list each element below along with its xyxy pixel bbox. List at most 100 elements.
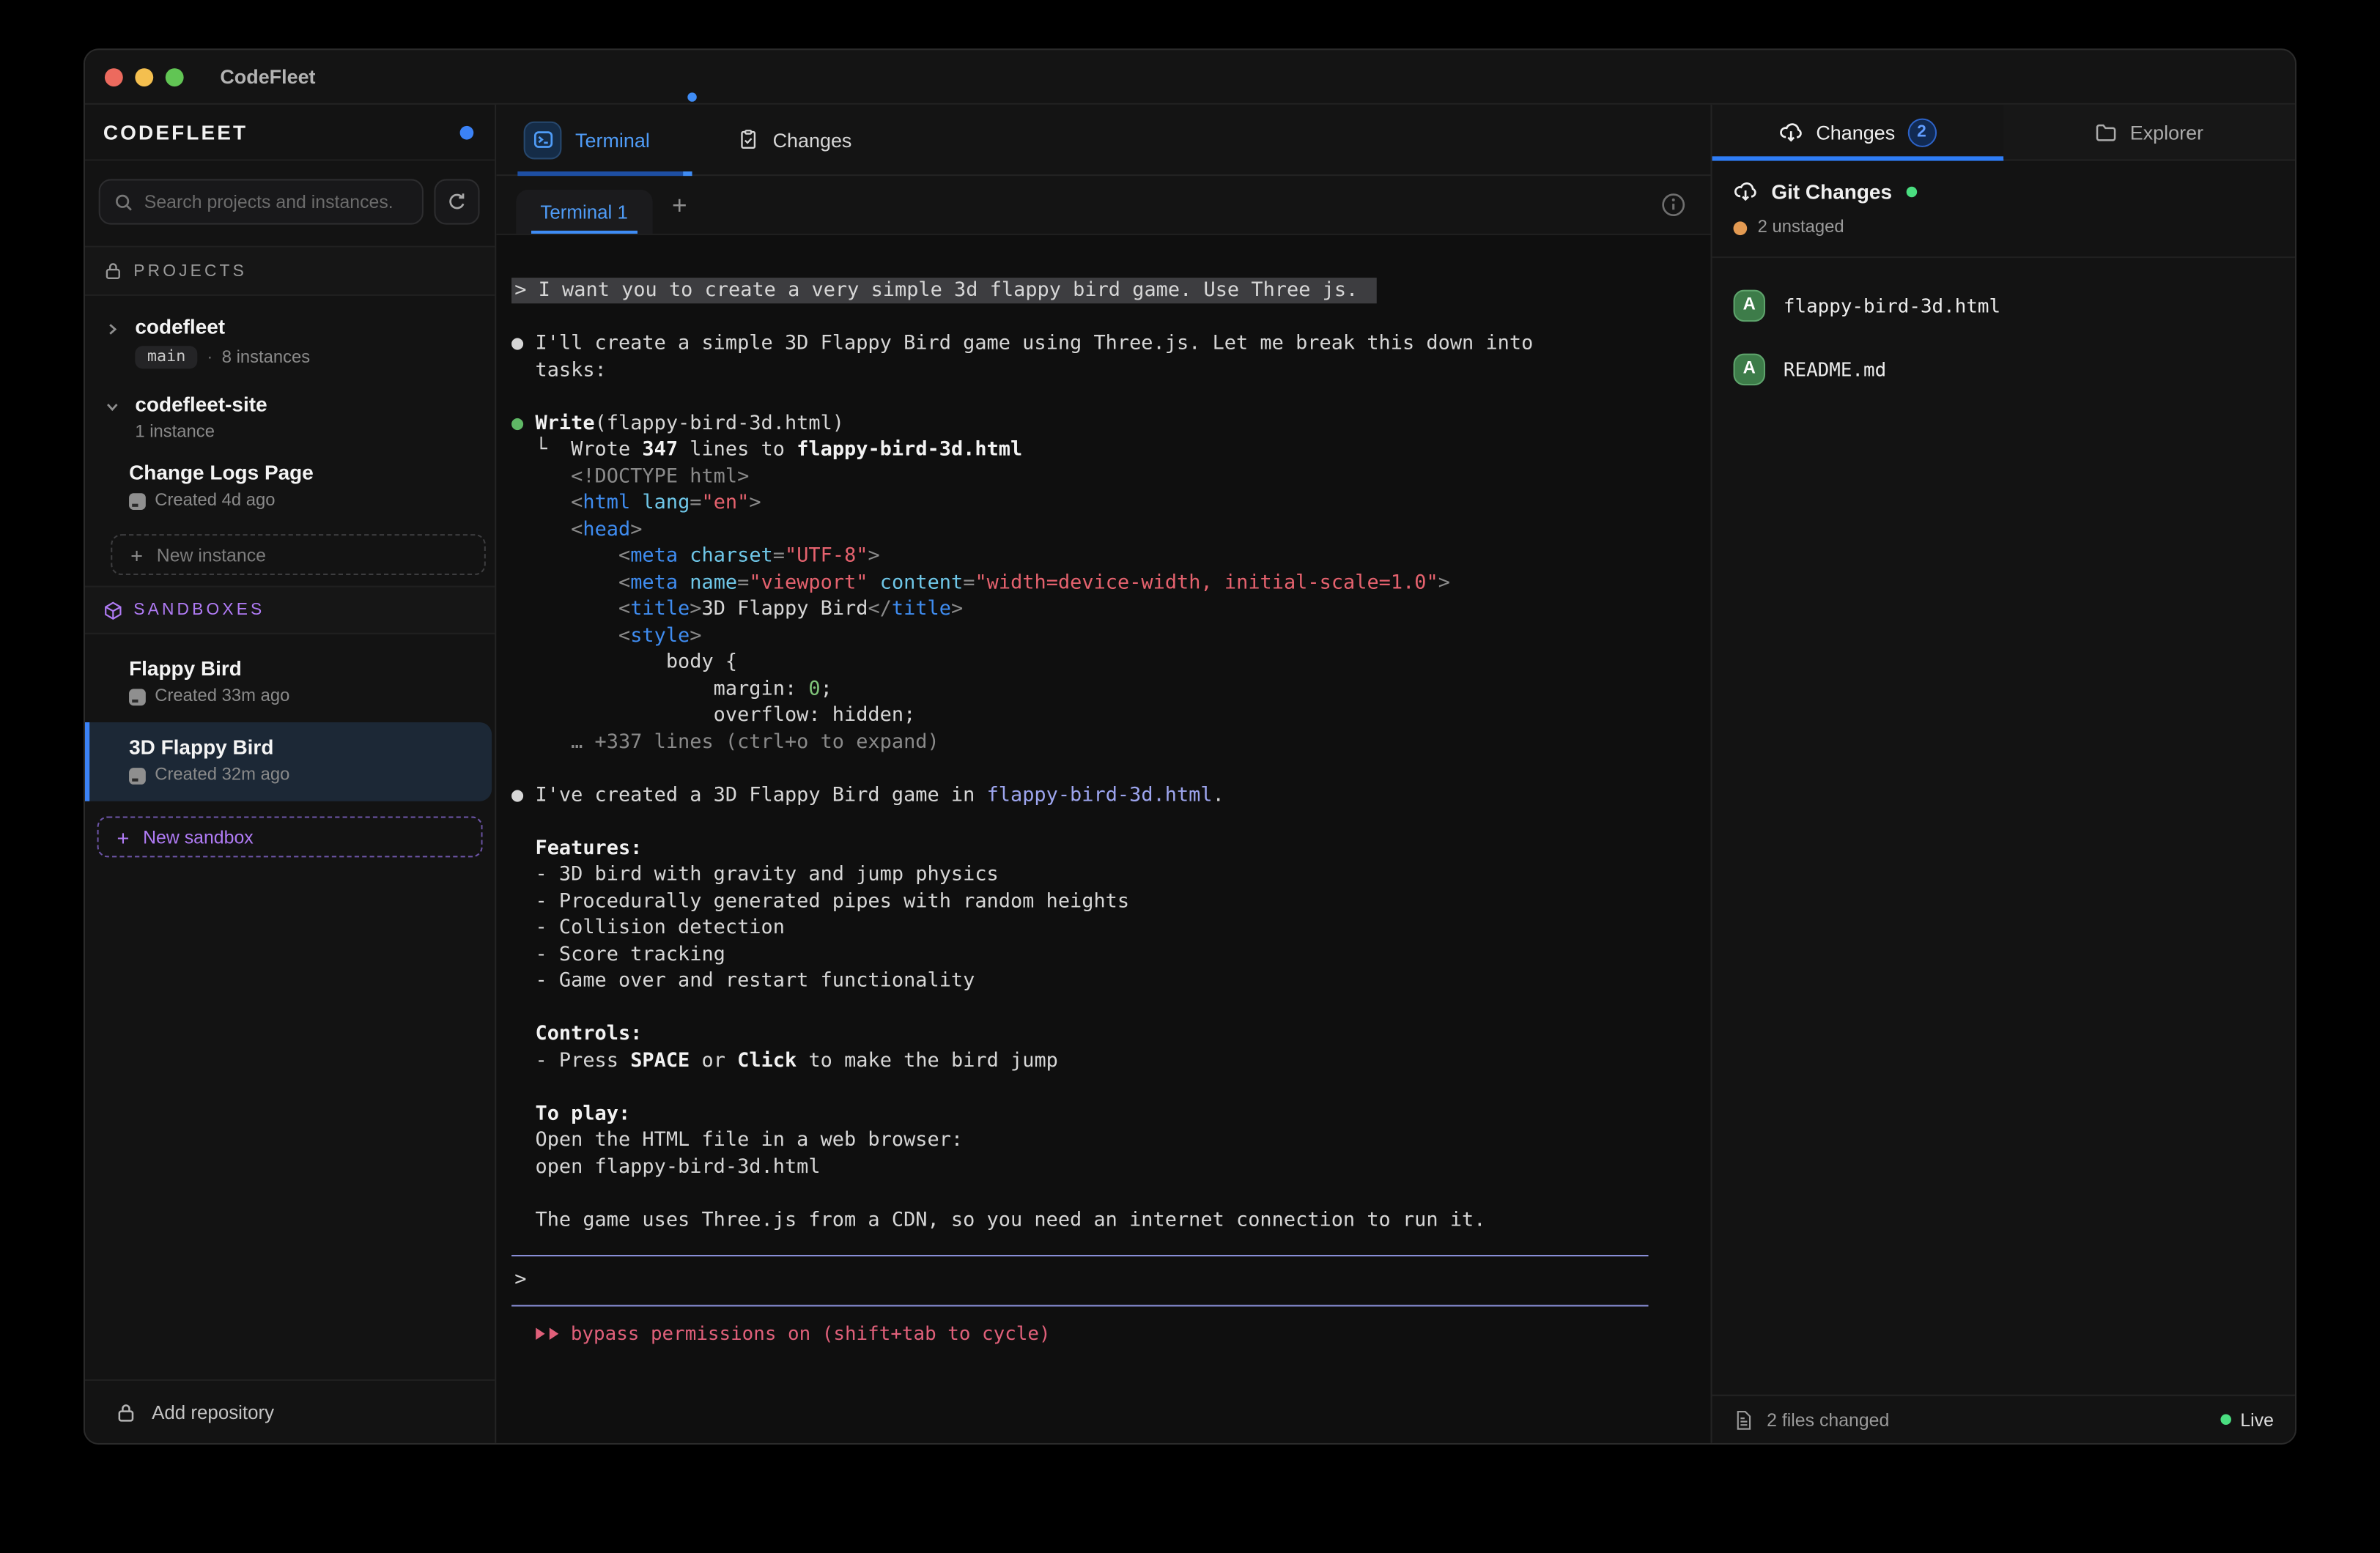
tab-git-changes-label: Changes: [1816, 121, 1895, 144]
new-instance-label: New instance: [157, 544, 266, 566]
triangle-icon: [536, 1327, 544, 1340]
right-tab-bar: Changes 2 Explorer: [1712, 105, 2295, 161]
app-title: CodeFleet: [220, 65, 315, 88]
minimize-window-button[interactable]: [135, 67, 153, 86]
cube-icon: [103, 600, 123, 620]
terminal-line: [511, 304, 1699, 330]
main-panel: Terminal Changes Terminal 1 +: [496, 105, 1713, 1443]
live-label: Live: [2240, 1409, 2274, 1430]
folder-icon: [2095, 121, 2118, 144]
terminal-line: [511, 756, 1699, 782]
new-sandbox-label: New sandbox: [143, 826, 254, 848]
sandboxes-header-label: SANDBOXES: [133, 601, 265, 619]
tab-terminal[interactable]: Terminal: [524, 105, 684, 174]
tab-changes[interactable]: Changes: [738, 105, 851, 174]
created-label: Created 32m ago: [155, 766, 289, 785]
add-repository-button[interactable]: Add repository: [85, 1379, 495, 1443]
sidebar-item-3d-flappy-bird[interactable]: 3D Flappy Bird Created 32m ago: [85, 722, 492, 801]
new-terminal-button[interactable]: +: [672, 192, 687, 218]
files-changed-label: 2 files changed: [1767, 1409, 1889, 1430]
tab-git-changes[interactable]: Changes 2: [1712, 105, 2004, 160]
terminal-line: - 3D bird with gravity and jump physics: [511, 862, 1699, 889]
chevron-right-icon[interactable]: [103, 316, 123, 368]
right-panel-spacer: [1712, 401, 2295, 1395]
terminal-tab-1-label: Terminal 1: [540, 201, 627, 222]
file-row[interactable]: A README.md: [1734, 337, 2274, 401]
refresh-button[interactable]: [434, 179, 479, 224]
sandbox-name: Flappy Bird: [129, 657, 483, 680]
terminal-line: - Collision detection: [511, 915, 1699, 941]
terminal-icon: [524, 121, 562, 159]
new-sandbox-button[interactable]: + New sandbox: [97, 816, 483, 857]
bypass-label: bypass permissions on (shift+tab to cycl…: [571, 1320, 1051, 1346]
right-panel-footer: 2 files changed Live: [1712, 1395, 2295, 1443]
terminal-line: <meta name="viewport" content="width=dev…: [511, 570, 1699, 596]
file-name: flappy-bird-3d.html: [1784, 294, 2000, 316]
sidebar-item-flappy-bird[interactable]: Flappy Bird Created 33m ago: [85, 643, 495, 722]
terminal-tab-1[interactable]: Terminal 1: [516, 190, 652, 234]
terminal-line: [511, 384, 1699, 410]
chevron-down-icon[interactable]: [103, 393, 123, 441]
sidebar-item-codefleet[interactable]: codefleet main · 8 instances: [85, 305, 495, 382]
unstaged-row: 2 unstaged: [1734, 218, 2274, 237]
sidebar-item-change-logs-page[interactable]: Change Logs Page Created 4d ago: [85, 455, 495, 522]
instance-meta: Created 4d ago: [129, 492, 483, 510]
bypass-status: bypass permissions on (shift+tab to cycl…: [511, 1320, 1699, 1346]
tab-explorer-label: Explorer: [2130, 121, 2203, 144]
screen: CodeFleet CODEFLEET: [0, 0, 2380, 1552]
sandbox-name: 3D Flappy Bird: [129, 736, 479, 759]
main-tab-bar: Terminal Changes: [496, 105, 1713, 176]
terminal-line: overflow: hidden;: [511, 703, 1699, 729]
tab-terminal-label: Terminal: [575, 128, 650, 151]
terminal-line: [511, 809, 1699, 835]
projects-section-header[interactable]: PROJECTS: [85, 248, 495, 296]
terminal-line: <title>3D Flappy Bird</title>: [511, 596, 1699, 623]
sidebar-spacer: [85, 857, 495, 1379]
terminal-line: ● Write(flappy-bird-3d.html): [511, 410, 1699, 437]
zoom-window-button[interactable]: [166, 67, 184, 86]
add-repository-label: Add repository: [152, 1401, 274, 1423]
instances-count: 8 instances: [222, 348, 311, 366]
sandbox-meta: Created 33m ago: [129, 687, 483, 705]
cloud-download-icon: [1780, 120, 1804, 144]
prompt-box[interactable]: >: [511, 1255, 1648, 1306]
terminal-line: - Press SPACE or Click to make the bird …: [511, 1048, 1699, 1074]
terminal-line: margin: 0;: [511, 676, 1699, 703]
lock-icon: [103, 261, 123, 281]
new-instance-button[interactable]: + New instance: [111, 534, 486, 575]
terminal-line: Features:: [511, 835, 1699, 861]
org-status-dot: [460, 125, 474, 139]
right-panel: Changes 2 Explorer Git Changes: [1710, 105, 2294, 1443]
terminal-line: <head>: [511, 516, 1699, 543]
search-box[interactable]: [99, 179, 424, 224]
changes-count-badge: 2: [1907, 118, 1936, 147]
plus-icon: +: [117, 825, 129, 849]
terminal-line: └ Wrote 347 lines to flappy-bird-3d.html: [511, 437, 1699, 464]
file-name: README.md: [1784, 357, 1886, 380]
sandboxes-section-header[interactable]: SANDBOXES: [85, 586, 495, 634]
terminal-panel[interactable]: > I want you to create a very simple 3d …: [496, 235, 1713, 1443]
terminal-line: - Score tracking: [511, 941, 1699, 968]
prompt-char: >: [511, 1267, 526, 1294]
close-window-button[interactable]: [105, 67, 123, 86]
sidebar: CODEFLEET: [85, 105, 496, 1443]
tab-explorer[interactable]: Explorer: [2003, 105, 2295, 160]
terminal-line: <style>: [511, 623, 1699, 649]
projects-list: codefleet main · 8 instances codefleet-s…: [85, 296, 495, 586]
instance-name: Change Logs Page: [129, 462, 483, 484]
sidebar-item-codefleet-site[interactable]: codefleet-site 1 instance: [85, 382, 495, 455]
git-changes-header: Git Changes 2 unstaged: [1712, 161, 2295, 259]
unstaged-dot: [1734, 220, 1748, 234]
search-input[interactable]: [144, 191, 408, 212]
live-status: Live: [2220, 1409, 2274, 1430]
terminal-line: To play:: [511, 1101, 1699, 1127]
project-name: codefleet: [135, 316, 310, 338]
search-row: [85, 161, 495, 248]
terminal-line: Controls:: [511, 1021, 1699, 1048]
lock-icon: [115, 1401, 136, 1423]
plus-icon: +: [130, 543, 143, 567]
file-row[interactable]: A flappy-bird-3d.html: [1734, 273, 2274, 337]
info-icon[interactable]: [1660, 192, 1686, 218]
terminal-line: Open the HTML file in a web browser:: [511, 1127, 1699, 1154]
branch-badge: main: [135, 346, 198, 368]
